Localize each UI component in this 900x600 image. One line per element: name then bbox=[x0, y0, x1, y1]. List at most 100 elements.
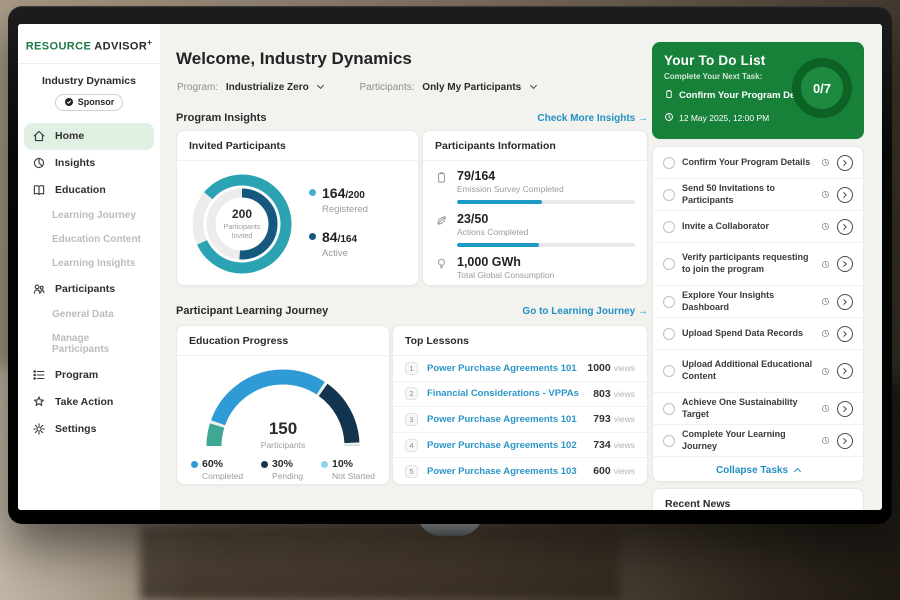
clock-icon bbox=[821, 222, 830, 231]
lesson-link[interactable]: Power Purchase Agreements 103 bbox=[427, 466, 593, 477]
stat-label: Actions Completed bbox=[457, 227, 528, 237]
program-filter-value: Industrialize Zero bbox=[226, 82, 309, 93]
todo-checkbox[interactable] bbox=[663, 296, 675, 308]
chevron-up-icon bbox=[794, 468, 801, 475]
not-started-label: Not Started bbox=[332, 471, 375, 481]
participants-filter-label: Participants: bbox=[359, 82, 414, 93]
todo-open-button[interactable] bbox=[837, 401, 853, 417]
todo-checkbox[interactable] bbox=[663, 189, 675, 201]
go-to-learning-journey-link[interactable]: Go to Learning Journey → bbox=[522, 306, 648, 317]
emission-survey-stat: 79/164 Emission Survey Completed bbox=[423, 161, 647, 194]
todo-open-button[interactable] bbox=[837, 187, 853, 203]
check-more-insights-link[interactable]: Check More Insights → bbox=[537, 113, 648, 124]
arrow-right-icon: → bbox=[638, 113, 648, 124]
arrow-right-icon: → bbox=[638, 306, 648, 317]
invited-count: 200 bbox=[232, 207, 252, 221]
todo-open-button[interactable] bbox=[837, 363, 853, 379]
sidebar: RESOURCE ADVISOR+ Industry Dynamics Spon… bbox=[18, 24, 160, 510]
sidebar-item-education[interactable]: Education bbox=[18, 177, 160, 204]
completed-label: Completed bbox=[202, 471, 243, 481]
sidebar-item-education-content[interactable]: Education Content bbox=[18, 228, 160, 252]
learning-journey-header: Participant Learning Journey Go to Learn… bbox=[176, 305, 648, 317]
todo-item-label: Complete Your Learning Journey bbox=[682, 429, 814, 452]
sponsor-badge[interactable]: Sponsor bbox=[55, 94, 123, 111]
donut-center-label: 200 Participants Invited bbox=[183, 167, 301, 281]
lesson-row: 1 Power Purchase Agreements 101 1000 vie… bbox=[393, 356, 647, 382]
gear-icon bbox=[32, 422, 46, 436]
lesson-link[interactable]: Power Purchase Agreements 101 bbox=[427, 363, 587, 374]
sidebar-item-label: Settings bbox=[55, 423, 96, 435]
todo-checkbox[interactable] bbox=[663, 221, 675, 233]
card-title: Recent News bbox=[653, 489, 863, 510]
todo-item-label: Confirm Your Program Details bbox=[682, 157, 814, 169]
sidebar-item-label: Insights bbox=[55, 157, 95, 169]
lesson-views: 734 bbox=[593, 439, 611, 451]
home-icon bbox=[32, 129, 46, 143]
gauge-legend: 60% Completed 30% Pending 10% Not Starte… bbox=[177, 458, 389, 481]
todo-open-button[interactable] bbox=[837, 219, 853, 235]
todo-open-button[interactable] bbox=[837, 326, 853, 342]
clock-icon bbox=[821, 436, 830, 445]
card-title: Education Progress bbox=[177, 326, 389, 356]
registered-legend-entry: 164/200 Registered bbox=[309, 185, 410, 215]
due-date-label: 12 May 2025, 12:00 PM bbox=[679, 113, 769, 123]
sponsor-icon bbox=[64, 97, 74, 107]
pending-pct: 30% bbox=[272, 458, 293, 470]
todo-open-button[interactable] bbox=[837, 155, 853, 171]
todo-open-button[interactable] bbox=[837, 433, 853, 449]
todo-item: Confirm Your Program Details bbox=[653, 147, 863, 179]
todo-item: Verify participants requesting to join t… bbox=[653, 243, 863, 286]
sidebar-item-manage-participants[interactable]: Manage Participants bbox=[18, 327, 160, 362]
todo-checkbox[interactable] bbox=[663, 157, 675, 169]
sidebar-item-learning-journey[interactable]: Learning Journey bbox=[18, 204, 160, 228]
program-filter-label: Program: bbox=[177, 82, 218, 93]
lesson-views: 600 bbox=[593, 465, 611, 477]
card-title: Participants Information bbox=[423, 131, 647, 161]
survey-clipboard-icon bbox=[435, 171, 448, 184]
views-suffix: views bbox=[614, 389, 635, 399]
todo-checkbox[interactable] bbox=[663, 258, 675, 270]
pending-label: Pending bbox=[272, 471, 303, 481]
active-label: Active bbox=[322, 248, 357, 259]
sidebar-item-program[interactable]: Program bbox=[18, 362, 160, 389]
bulb-icon bbox=[435, 257, 448, 270]
lesson-rank: 5 bbox=[405, 465, 418, 478]
todo-checkbox[interactable] bbox=[663, 365, 675, 377]
sidebar-item-insights[interactable]: Insights bbox=[18, 150, 160, 177]
actions-completed-stat: 23/50 Actions Completed bbox=[423, 204, 647, 237]
stat-value: 23/50 bbox=[457, 212, 528, 226]
sidebar-item-settings[interactable]: Settings bbox=[18, 416, 160, 443]
collapse-tasks-link[interactable]: Collapse Tasks bbox=[653, 457, 863, 482]
views-suffix: views bbox=[614, 414, 635, 424]
program-filter[interactable]: Program: Industrialize Zero bbox=[177, 82, 323, 93]
sidebar-item-label: Learning Journey bbox=[52, 210, 136, 221]
participants-filter[interactable]: Participants: Only My Participants bbox=[359, 82, 536, 93]
sidebar-item-label: Program bbox=[55, 369, 98, 381]
pending-dot bbox=[261, 461, 268, 468]
background-desk-shadow bbox=[140, 525, 620, 600]
sidebar-item-take-action[interactable]: Take Action bbox=[18, 389, 160, 416]
lesson-link[interactable]: Power Purchase Agreements 101 bbox=[427, 414, 593, 425]
clock-icon bbox=[821, 260, 830, 269]
todo-checkbox[interactable] bbox=[663, 328, 675, 340]
lesson-row: 3 Power Purchase Agreements 101 793 view… bbox=[393, 407, 647, 433]
clock-icon bbox=[664, 109, 674, 127]
lesson-link[interactable]: Financial Considerations - VPPAs bbox=[427, 388, 593, 399]
todo-checkbox[interactable] bbox=[663, 403, 675, 415]
sidebar-item-learning-insights[interactable]: Learning Insights bbox=[18, 252, 160, 276]
todo-checkbox[interactable] bbox=[663, 435, 675, 447]
list-icon bbox=[32, 368, 46, 382]
leaf-icon bbox=[435, 214, 448, 227]
sidebar-item-general-data[interactable]: General Data bbox=[18, 303, 160, 327]
gauge-value-label: Participants bbox=[198, 440, 368, 450]
logo-plus: + bbox=[147, 38, 152, 47]
card-title: Invited Participants bbox=[177, 131, 418, 161]
clipboard-icon bbox=[664, 86, 674, 104]
sidebar-item-participants[interactable]: Participants bbox=[18, 276, 160, 303]
clock-icon bbox=[821, 190, 830, 199]
todo-open-button[interactable] bbox=[837, 294, 853, 310]
todo-open-button[interactable] bbox=[837, 256, 853, 272]
sidebar-item-home[interactable]: Home bbox=[24, 123, 154, 150]
lesson-link[interactable]: Power Purchase Agreements 102 bbox=[427, 440, 593, 451]
completed-legend: 60% Completed bbox=[191, 458, 243, 481]
